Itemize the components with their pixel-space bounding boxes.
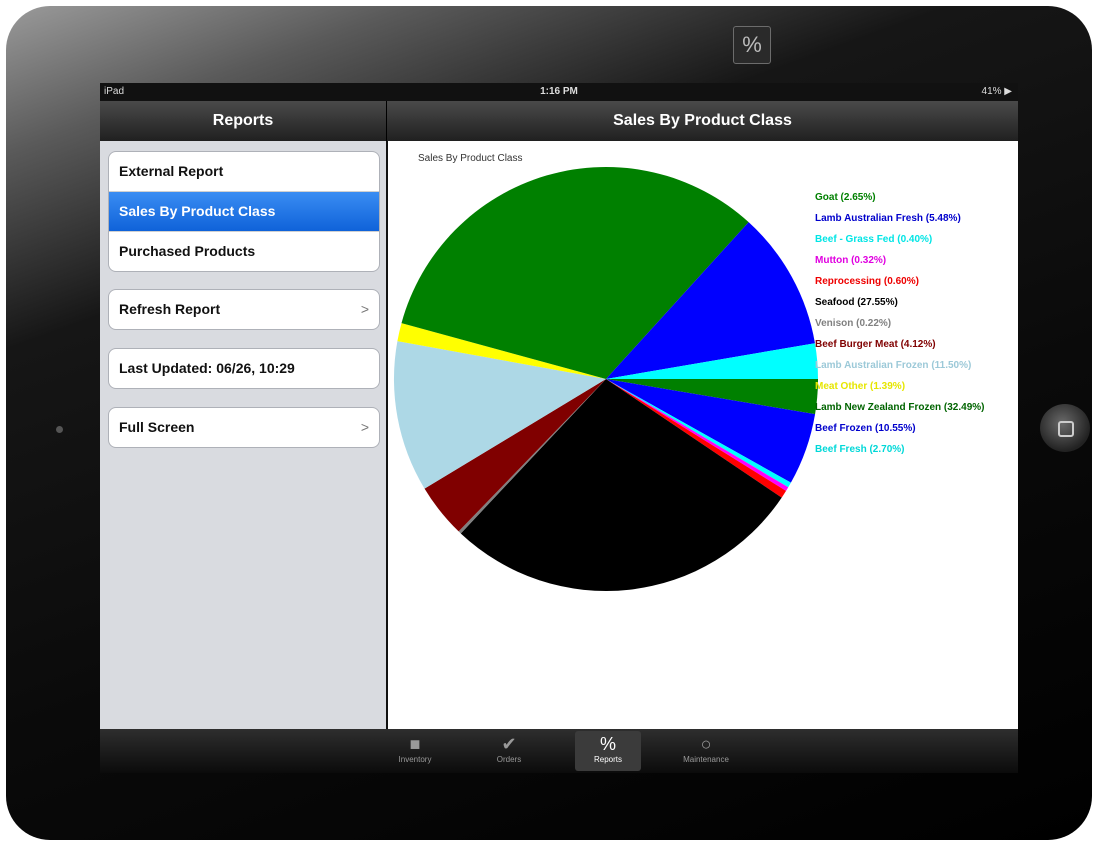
report-item-label: External Report [119, 163, 224, 179]
gear-icon: ○ [700, 734, 712, 754]
report-item-external[interactable]: External Report [109, 152, 379, 191]
legend-item: Lamb Australian Frozen (11.50%) [815, 360, 972, 371]
battery-indicator: 41% ▶ [981, 86, 1012, 97]
tab-bar: ■ Inventory ✔ Orders % Reports ○ Mainten… [100, 729, 1018, 773]
detail-nav-bar: Sales By Product Class [387, 101, 1018, 141]
home-button-icon [1058, 421, 1074, 437]
report-item-label: Sales By Product Class [119, 203, 276, 219]
camera-dot [56, 426, 63, 433]
inventory-icon: ■ [409, 734, 421, 754]
legend-item: Reprocessing (0.60%) [815, 276, 919, 287]
pie-chart [394, 167, 818, 591]
tab-label: Reports [593, 755, 622, 764]
legend-item: Meat Other (1.39%) [815, 381, 906, 392]
tab-orders[interactable]: ✔ Orders [476, 731, 542, 771]
report-list: External Report Sales By Product Class P… [108, 151, 380, 272]
tab-label: Inventory [398, 755, 432, 764]
legend-item: Lamb New Zealand Frozen (32.49%) [815, 402, 985, 413]
tab-label: Maintenance [683, 755, 729, 764]
legend-item: Mutton (0.32%) [815, 255, 887, 266]
percent-icon: % [599, 734, 616, 754]
tab-maintenance[interactable]: ○ Maintenance [673, 731, 739, 771]
status-time: 1:16 PM [540, 86, 578, 97]
full-screen-button[interactable]: Full Screen > [108, 407, 380, 448]
legend-item: Beef Frozen (10.55%) [815, 423, 916, 434]
report-item-label: Purchased Products [119, 243, 256, 259]
report-item-sales-by-product-class[interactable]: Sales By Product Class [109, 191, 379, 231]
legend-item: Venison (0.22%) [815, 318, 892, 329]
tab-reports[interactable]: % Reports [575, 731, 641, 771]
chevron-right-icon: > [360, 419, 369, 435]
tab-label: Orders [496, 755, 522, 764]
full-screen-label: Full Screen [119, 419, 195, 435]
legend-item: Seafood (27.55%) [815, 297, 898, 308]
refresh-report-button[interactable]: Refresh Report > [108, 289, 380, 330]
report-item-purchased-products[interactable]: Purchased Products [109, 231, 379, 271]
last-updated-cell: Last Updated: 06/26, 10:29 [108, 348, 380, 389]
tab-inventory[interactable]: ■ Inventory [382, 731, 448, 771]
checkmark-icon: ✔ [501, 734, 517, 754]
chevron-right-icon: > [360, 301, 369, 317]
last-updated-label: Last Updated: 06/26, 10:29 [119, 360, 295, 376]
legend-item: Lamb Australian Fresh (5.48%) [815, 213, 961, 224]
status-bar: iPad 1:16 PM 41% ▶ [100, 83, 1018, 101]
legend-item: Beef - Grass Fed (0.40%) [815, 234, 933, 245]
refresh-report-label: Refresh Report [119, 301, 221, 317]
master-nav-bar: Reports [100, 101, 387, 141]
legend-item: Beef Fresh (2.70%) [815, 444, 905, 455]
ipad-screen: iPad 1:16 PM 41% ▶ Reports Sales By Prod… [100, 83, 1018, 773]
legend-item: Beef Burger Meat (4.12%) [815, 339, 936, 350]
report-content: Sales By Product Class Goat (2.65%) Lamb … [388, 141, 1018, 729]
legend-item: Goat (2.65%) [815, 192, 876, 203]
detail-title: Sales By Product Class [613, 112, 792, 129]
master-title: Reports [212, 112, 274, 129]
sidebar: External Report Sales By Product Class P… [100, 141, 388, 729]
percent-icon: % [733, 26, 771, 64]
